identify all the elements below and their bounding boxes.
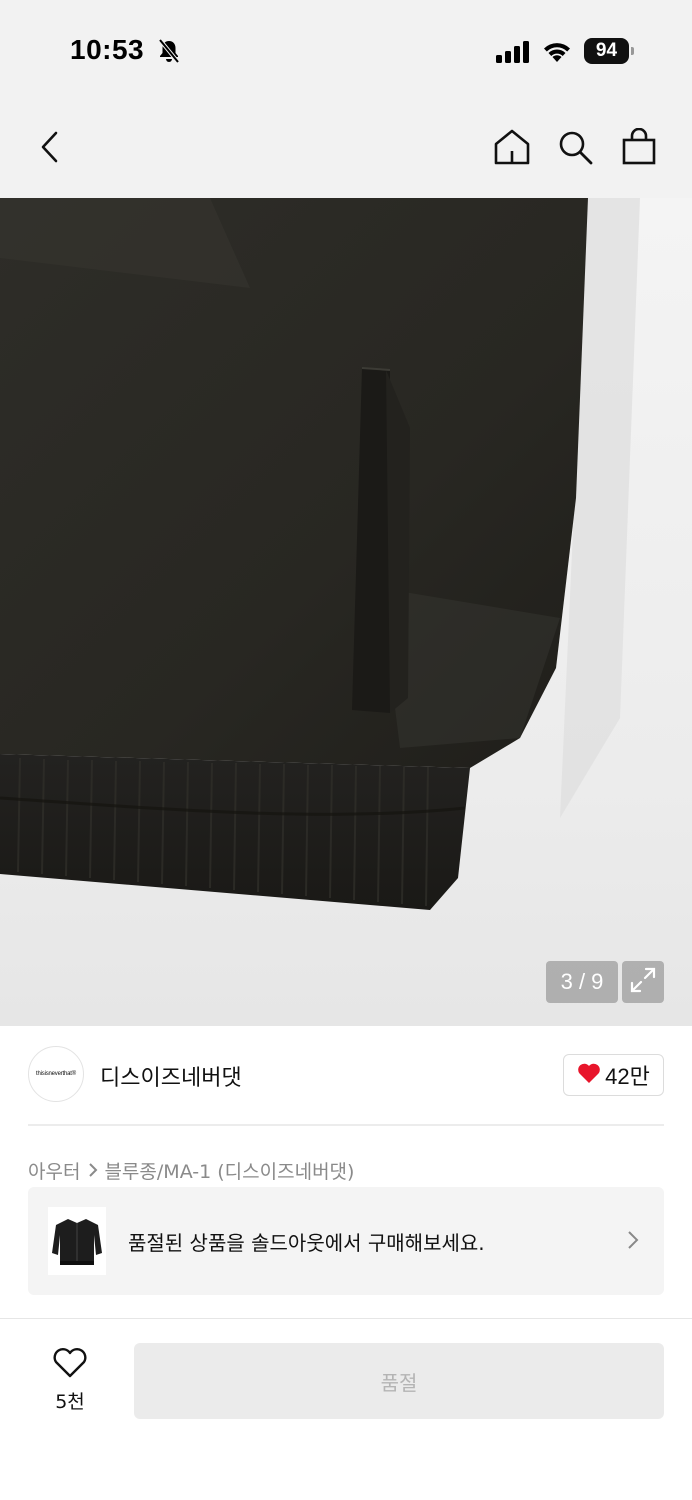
divider — [28, 1124, 664, 1126]
search-icon — [556, 128, 594, 170]
soldout-banner[interactable]: 품절된 상품을 솔드아웃에서 구매해보세요. — [28, 1187, 664, 1295]
signal-icon — [496, 40, 532, 64]
home-icon — [492, 127, 532, 171]
brand-row: thisisneverthat® 디스이즈네버댓 42만 — [28, 1046, 664, 1104]
brand-name[interactable]: 디스이즈네버댓 — [100, 1060, 242, 1092]
status-time: 10:53 — [70, 34, 145, 65]
battery-icon: 94 — [584, 38, 634, 64]
cart-button[interactable] — [617, 126, 661, 172]
search-button[interactable] — [553, 126, 597, 172]
breadcrumb-item-subcategory[interactable]: 블루종/MA-1 (디스이즈네버댓) — [104, 1157, 354, 1184]
banner-text: 품절된 상품을 솔드아웃에서 구매해보세요. — [128, 1231, 485, 1255]
breadcrumb-item-category[interactable]: 아우터 — [28, 1157, 80, 1184]
image-counter: 3 / 9 — [546, 961, 618, 1003]
heart-outline-icon — [52, 1348, 88, 1383]
wishlist-count: 5천 — [55, 1391, 85, 1413]
brand-logo[interactable]: thisisneverthat® — [28, 1046, 84, 1102]
expand-icon — [629, 966, 657, 998]
bell-slash-icon — [157, 38, 181, 64]
top-nav-bar — [0, 100, 692, 198]
product-image-gallery[interactable]: 3 / 9 — [0, 198, 692, 1026]
chevron-right-icon — [626, 1229, 640, 1255]
banner-thumbnail — [48, 1207, 106, 1275]
back-chevron-icon — [39, 130, 61, 168]
brand-like-button[interactable]: 42만 — [563, 1054, 664, 1096]
battery-level: 94 — [584, 38, 629, 64]
wifi-icon — [541, 38, 573, 64]
chevron-right-icon — [88, 1162, 98, 1178]
product-photo — [0, 198, 640, 910]
heart-filled-icon — [577, 1062, 601, 1088]
breadcrumb: 아우터 블루종/MA-1 (디스이즈네버댓) — [28, 1156, 354, 1184]
expand-image-button[interactable] — [622, 961, 664, 1003]
brand-like-count: 42만 — [605, 1064, 650, 1089]
soldout-buy-button[interactable]: 품절 — [134, 1343, 664, 1419]
shopping-bag-icon — [621, 127, 657, 170]
wishlist-button[interactable]: 5천 — [40, 1347, 100, 1417]
home-button[interactable] — [490, 126, 534, 172]
bottom-action-bar: 5천 품절 — [0, 1318, 692, 1500]
brand-logo-text: thisisneverthat® — [36, 1071, 76, 1077]
status-bar: 10:53 94 — [0, 0, 692, 100]
back-button[interactable] — [28, 126, 72, 172]
